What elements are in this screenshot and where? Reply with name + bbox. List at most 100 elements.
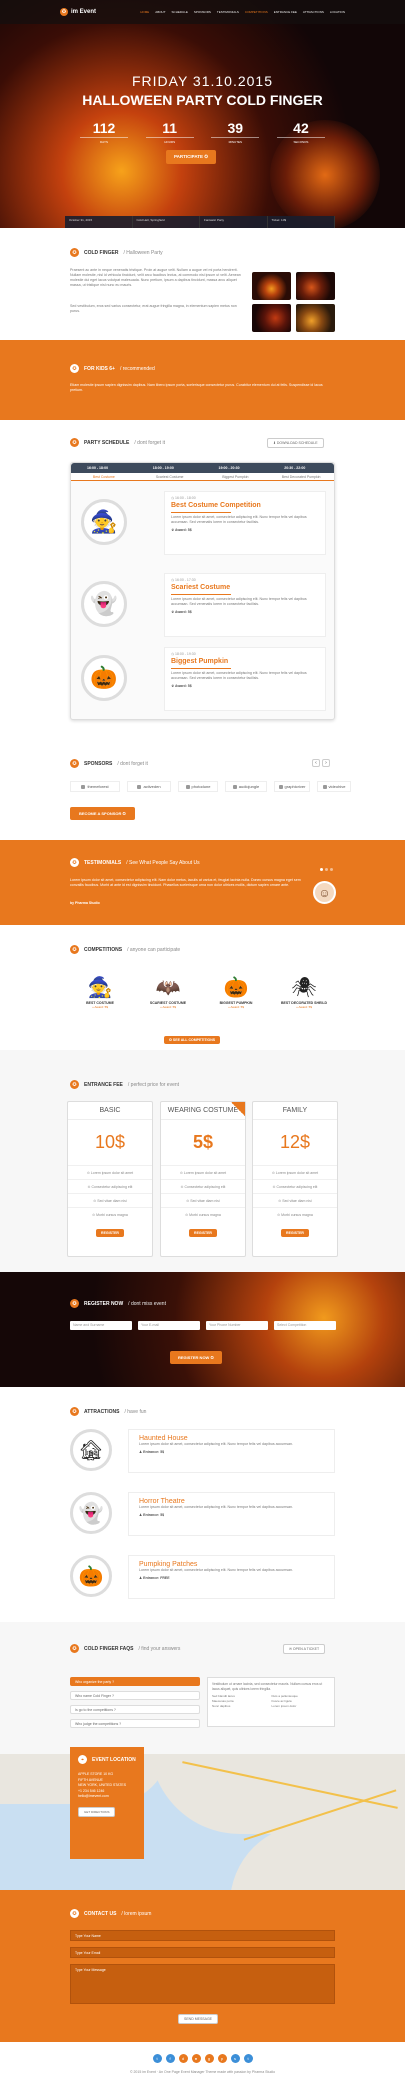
logo[interactable]: ✪ im Event (60, 8, 96, 16)
faq-question[interactable]: Who judge the competitions ? (70, 1719, 200, 1728)
info-type: Fantastic Party (200, 216, 268, 228)
plan-feature: ⊙ Sed vitae diam nisi (253, 1193, 337, 1207)
sponsor-logo[interactable]: themeforest (70, 781, 120, 792)
attraction-entrance: ♟ Entrance: FREE (139, 1576, 170, 1580)
plan-name: Family (253, 1102, 337, 1120)
open-ticket-button[interactable]: ✉ Open a ticket (283, 1644, 326, 1654)
sponsors-heading: ✪ SPONSORS / dont forget it (70, 759, 148, 768)
event-card: ◷ 16:00 - 18:00 Best Costume Competition L… (164, 491, 326, 555)
nav-item-entrance-fee[interactable]: Entrance Fee (274, 10, 297, 14)
about-heading: ✪ COLD FINGER / Halloween Party (70, 248, 163, 257)
gallery-image[interactable] (252, 272, 291, 300)
register-now-button[interactable]: Register now ✪ (170, 1351, 222, 1364)
email-field[interactable]: Your E-mail (138, 1321, 200, 1330)
nav-item-attractions[interactable]: Attractions (303, 10, 324, 14)
dribbble-icon[interactable]: d (178, 2054, 188, 2063)
twitter-icon[interactable]: t (152, 2054, 162, 2063)
register-button[interactable]: Register (189, 1229, 217, 1237)
tab-scariest-costume[interactable]: Scariest Costume (137, 473, 203, 480)
faq-question[interactable]: Is go to the competitions ? (70, 1705, 200, 1714)
nav-item-home[interactable]: Home (140, 10, 149, 14)
get-directions-button[interactable]: Get Directions (78, 1806, 116, 1817)
schedule-panel: 16:00 - 18:00 18:00 - 19:00 19:00 - 20:3… (70, 462, 335, 720)
sponsor-logo[interactable]: audiojungle (225, 781, 267, 792)
section-title: REGISTER NOW (84, 1300, 124, 1307)
section-subtitle: / dont forget it (134, 439, 165, 446)
sponsor-logo[interactable]: photodune (178, 781, 218, 792)
faq-question[interactable]: Who organize the party ? (70, 1677, 200, 1686)
attraction-title[interactable]: Haunted House (139, 1435, 324, 1442)
download-schedule-button[interactable]: ⬇ Download Schedule (267, 438, 324, 448)
count-value: 39 (227, 120, 244, 136)
nav-item-testimonials[interactable]: Testimonials (217, 10, 239, 14)
nav-item-about[interactable]: About (155, 10, 165, 14)
chevron-left-icon[interactable]: ‹ (312, 759, 320, 767)
star-icon: ✪ (70, 945, 79, 954)
nav-item-location[interactable]: Location (330, 10, 345, 14)
attraction-title[interactable]: Pumpking Patches (139, 1561, 324, 1568)
tab-biggest-pumpkin[interactable]: Biggest Pumpkin (203, 473, 269, 480)
dot[interactable] (325, 868, 328, 871)
contact-email-field[interactable]: Type Your Email (70, 1947, 335, 1958)
event-title[interactable]: Best Costume Competition (171, 502, 319, 509)
contact-message-field[interactable]: Type Your Message (70, 1964, 335, 2004)
event-title[interactable]: Scariest Costume (171, 584, 319, 591)
facebook-icon[interactable]: f (165, 2054, 175, 2063)
competition-item[interactable]: 🎃 Biggest Pumpkin + Award: 5$ (206, 975, 266, 1009)
see-all-competitions-button[interactable]: ✪ See all competitions (164, 1036, 221, 1044)
become-sponsor-button[interactable]: Become a sponsor ✪ (70, 807, 135, 820)
competition-item[interactable]: 🦇 Scariest Costume + Award: 5$ (138, 975, 198, 1009)
gallery-image[interactable] (296, 272, 335, 300)
dot[interactable] (320, 868, 323, 871)
google-plus-icon[interactable]: g (204, 2054, 214, 2063)
event-card: ◷ 16:00 - 17:30 Scariest Costume Lorem ips… (164, 573, 326, 637)
location-map[interactable] (0, 1754, 405, 1890)
register-button[interactable]: Register (281, 1229, 309, 1237)
event-title[interactable]: Biggest Pumpkin (171, 658, 319, 665)
star-icon: ✪ (70, 364, 79, 373)
attraction-card: Horror Theatre Lorem ipsum dolor sit amet… (128, 1492, 335, 1536)
faq-question[interactable]: Who name Cold Finger ? (70, 1691, 200, 1700)
info-date: October 31, 2015 (65, 216, 133, 228)
about-paragraph-2: Sed vestibulum, eros sed varius consecte… (70, 304, 237, 313)
plan-feature: ⊙ Morbi cursus magna (161, 1207, 245, 1221)
section-title: COMPETITIONS (84, 946, 123, 953)
nav-item-schedule[interactable]: Schedule (172, 10, 188, 14)
social-icons: t f d ● g p s t (0, 2054, 405, 2063)
plan-feature: ⊙ Lorem ipsum dolor sit amet (161, 1165, 245, 1179)
chevron-right-icon[interactable]: › (322, 759, 330, 767)
attraction-title[interactable]: Horror Theatre (139, 1498, 324, 1505)
send-message-button[interactable]: Send message (178, 2014, 219, 2024)
sponsor-logo[interactable]: graphicriver (274, 781, 310, 792)
skype-icon[interactable]: s (230, 2054, 240, 2063)
flickr-icon[interactable]: ● (191, 2054, 201, 2063)
participate-button[interactable]: Participate ✪ (166, 150, 217, 164)
tab-best-decorated-pumpkin[interactable]: Best Decorated Pumpkin (268, 473, 334, 480)
pumpkin-icon: 🎃 (70, 1555, 112, 1597)
nav-item-competitions[interactable]: Competitions (245, 10, 268, 14)
time-slot: 20:30 - 22:00 (284, 466, 306, 470)
countdown-minutes: 39 Minutes (211, 120, 260, 144)
competition-select[interactable]: Select Competition (274, 1321, 336, 1330)
pricing-card: Wearing Costume 5$ ⊙ Lorem ipsum dolor si… (160, 1101, 246, 1257)
sponsor-logo[interactable]: activeden (127, 781, 171, 792)
tab-best-costume[interactable]: Best Costume (71, 473, 137, 480)
phone-field[interactable]: Your Phone Number (206, 1321, 268, 1330)
contact-name-field[interactable]: Type Your Name (70, 1930, 335, 1941)
dot[interactable] (330, 868, 333, 871)
plan-feature: ⊙ Sed vitae diam nisi (161, 1193, 245, 1207)
pinterest-icon[interactable]: p (217, 2054, 227, 2063)
schedule-event: 👻 ◷ 16:00 - 17:30 Scariest Costume Lorem i… (81, 573, 326, 637)
sponsor-logo[interactable]: videohive (317, 781, 351, 792)
gallery-image[interactable] (252, 304, 291, 332)
gallery-image[interactable] (296, 304, 335, 332)
competition-item[interactable]: 🧙 Best Costume + Award: 5$ (70, 975, 130, 1009)
register-button[interactable]: Register (96, 1229, 124, 1237)
faq-section: ✪ COLD FINGER FAQS / find your answers ✉ O… (0, 1622, 405, 1754)
competition-item[interactable]: 🕷 Best Decorated Sheild + Award: 5$ (274, 975, 334, 1009)
top-nav: ✪ im Event Home About Schedule Sponsors T… (0, 0, 405, 24)
tumblr-icon[interactable]: t (243, 2054, 253, 2063)
nav-item-sponsors[interactable]: Sponsors (194, 10, 211, 14)
name-field[interactable]: Name and Surname (70, 1321, 132, 1330)
about-paragraph: Praesent ac ante in neque venenatis tris… (70, 268, 241, 287)
